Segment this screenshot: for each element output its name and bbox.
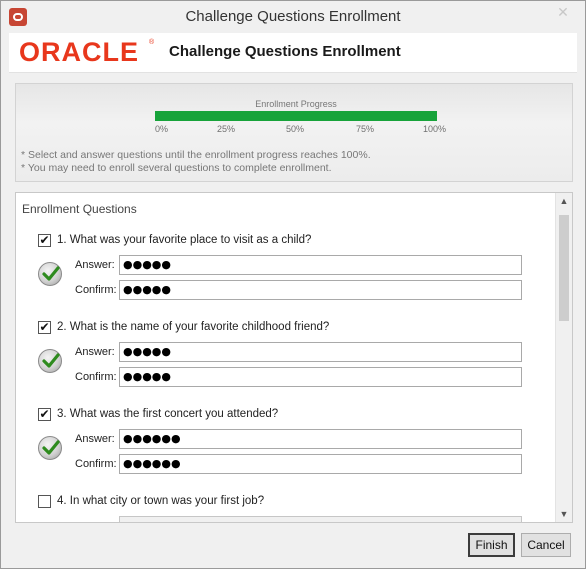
tick-label: 50% <box>286 124 305 134</box>
question-checkbox[interactable]: ✔ <box>38 408 51 421</box>
scroll-down-icon[interactable]: ▼ <box>556 506 572 522</box>
enrollment-questions-panel: Enrollment Questions ✔ 1. What was your … <box>15 192 573 523</box>
question-checkbox[interactable]: ✔ <box>38 234 51 247</box>
question-item: 4. In what city or town was your first j… <box>16 495 556 522</box>
question-text: 2. What is the name of your favorite chi… <box>57 321 330 333</box>
checkmark-icon <box>38 262 62 286</box>
progress-bar-fill <box>155 111 437 121</box>
registered-mark: ® <box>149 39 155 46</box>
panel-heading: Enrollment Questions <box>22 202 137 216</box>
tick-label: 75% <box>356 124 375 134</box>
progress-label: Enrollment Progress <box>255 99 337 109</box>
question-text: 3. What was the first concert you attend… <box>57 408 279 420</box>
confirm-label: Confirm: <box>75 458 117 470</box>
answer-input[interactable]: ●●●●●● <box>119 429 522 449</box>
finish-button[interactable]: Finish <box>468 533 515 557</box>
oracle-logo: ORACLE <box>19 37 139 67</box>
tick-label: 0% <box>155 124 169 134</box>
header-title: Challenge Questions Enrollment <box>169 43 401 60</box>
confirm-input[interactable]: ●●●●● <box>119 367 522 387</box>
tick-label: 25% <box>217 124 236 134</box>
vertical-scrollbar[interactable]: ▲ ▼ <box>555 193 572 522</box>
progress-ticks: 0% 25% 50% 75% 100% <box>155 124 447 136</box>
scroll-up-icon[interactable]: ▲ <box>556 193 572 209</box>
progress-hint: * You may need to enroll several questio… <box>21 162 332 174</box>
tick-label: 100% <box>423 124 447 134</box>
confirm-label: Confirm: <box>75 284 117 296</box>
answer-input[interactable]: ●●●●● <box>119 342 522 362</box>
answer-label: Answer: <box>75 346 115 358</box>
confirm-input[interactable]: ●●●●● <box>119 280 522 300</box>
confirm-label: Confirm: <box>75 371 117 383</box>
answer-label: Answer: <box>75 259 115 271</box>
question-item: ✔ 3. What was the first concert you atte… <box>16 408 556 496</box>
title-bar[interactable]: Challenge Questions Enrollment ✕ <box>1 1 585 33</box>
question-item: ✔ 2. What is the name of your favorite c… <box>16 321 556 409</box>
question-text: 1. What was your favorite place to visit… <box>57 234 312 246</box>
answer-label: Answer: <box>75 433 115 445</box>
progress-hint: * Select and answer questions until the … <box>21 149 371 161</box>
question-text: 4. In what city or town was your first j… <box>57 495 265 507</box>
scroll-thumb[interactable] <box>559 215 569 321</box>
close-button[interactable]: ✕ <box>548 2 578 22</box>
answer-input[interactable]: ●●●●● <box>119 255 522 275</box>
progress-panel: Enrollment Progress 0% 25% 50% 75% 100% … <box>15 83 573 182</box>
checkmark-icon <box>38 349 62 373</box>
cancel-button[interactable]: Cancel <box>521 533 571 557</box>
progress-bar <box>155 111 437 121</box>
answer-input[interactable] <box>119 516 522 522</box>
question-item: ✔ 1. What was your favorite place to vis… <box>16 234 556 322</box>
question-checkbox[interactable]: ✔ <box>38 321 51 334</box>
question-checkbox[interactable] <box>38 495 51 508</box>
header-banner: ORACLE ® Challenge Questions Enrollment <box>9 33 577 73</box>
confirm-input[interactable]: ●●●●●● <box>119 454 522 474</box>
checkmark-icon <box>38 436 62 460</box>
dialog-window: Challenge Questions Enrollment ✕ ORACLE … <box>0 0 586 569</box>
window-title: Challenge Questions Enrollment <box>185 8 401 25</box>
